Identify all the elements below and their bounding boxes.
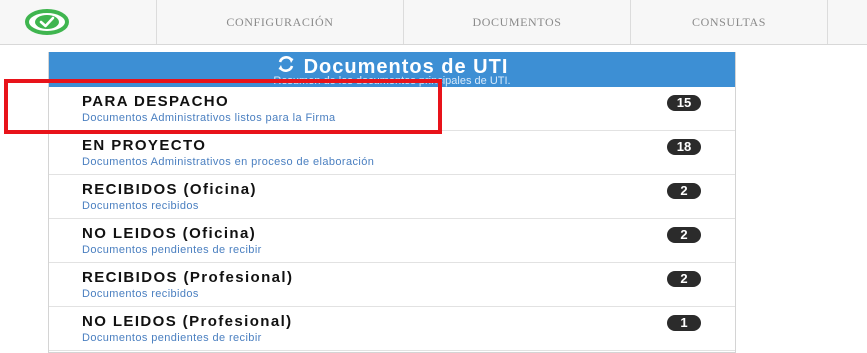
item-title: PARA DESPACHO (82, 93, 230, 110)
count-badge: 18 (667, 139, 701, 155)
nav-configuracion[interactable]: CONFIGURACIÓN (157, 0, 403, 44)
count-badge: 15 (667, 95, 701, 111)
nav-divider (827, 0, 828, 44)
item-description: Documentos recibidos (82, 200, 199, 212)
list-item-para-despacho[interactable]: PARA DESPACHO Documentos Administrativos… (49, 87, 735, 131)
check-circle-icon[interactable] (24, 8, 70, 36)
documents-panel: Documentos de UTI Resumen de los documen… (48, 52, 736, 353)
item-description: Documentos pendientes de recibir (82, 244, 262, 256)
item-description: Documentos Administrativos listos para l… (82, 112, 336, 124)
list-item-recibidos-oficina[interactable]: RECIBIDOS (Oficina) Documentos recibidos… (49, 175, 735, 219)
item-title: RECIBIDOS (Oficina) (82, 181, 257, 198)
count-badge: 2 (667, 271, 701, 287)
count-badge: 2 (667, 183, 701, 199)
item-title: NO LEIDOS (Oficina) (82, 225, 257, 242)
nav-documentos[interactable]: DOCUMENTOS (404, 0, 630, 44)
nav-consultas[interactable]: CONSULTAS (631, 0, 827, 44)
count-badge: 1 (667, 315, 701, 331)
item-title: RECIBIDOS (Profesional) (82, 269, 294, 286)
list-item-recibidos-profesional[interactable]: RECIBIDOS (Profesional) Documentos recib… (49, 263, 735, 307)
item-title: NO LEIDOS (Profesional) (82, 313, 293, 330)
top-navbar: CONFIGURACIÓN DOCUMENTOS CONSULTAS (0, 0, 867, 45)
list-item-no-leidos-oficina[interactable]: NO LEIDOS (Oficina) Documentos pendiente… (49, 219, 735, 263)
item-description: Documentos pendientes de recibir (82, 332, 262, 344)
item-title: EN PROYECTO (82, 137, 207, 154)
panel-subtitle: Resumen de los documentos principales de… (273, 75, 511, 87)
documents-list: PARA DESPACHO Documentos Administrativos… (49, 87, 735, 351)
list-item-en-proyecto[interactable]: EN PROYECTO Documentos Administrativos e… (49, 131, 735, 175)
item-description: Documentos recibidos (82, 288, 199, 300)
list-item-no-leidos-profesional[interactable]: NO LEIDOS (Profesional) Documentos pendi… (49, 307, 735, 351)
panel-heading: Documentos de UTI Resumen de los documen… (49, 52, 735, 87)
count-badge: 2 (667, 227, 701, 243)
item-description: Documentos Administrativos en proceso de… (82, 156, 375, 168)
